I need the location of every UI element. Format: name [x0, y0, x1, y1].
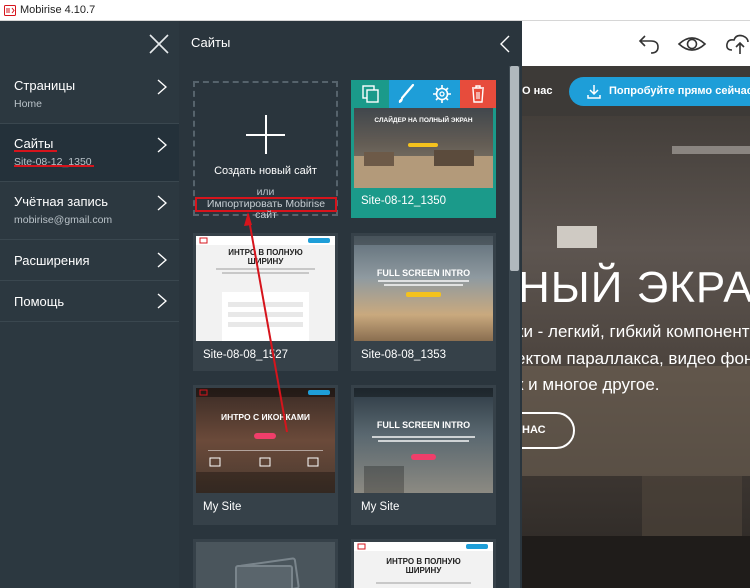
- thumbnail-image: [196, 388, 335, 493]
- hero-title: НЫЙ ЭКРАН: [522, 263, 750, 312]
- site-card[interactable]: ИНТРО С ИКОНКАМИ My Site: [193, 385, 338, 525]
- duplicate-button[interactable]: [351, 80, 389, 108]
- site-thumbnail: [196, 542, 335, 588]
- menu-item-sites[interactable]: Сайты Site-08-12_1350: [0, 124, 179, 182]
- hero-text-line: к и многое другое.: [522, 375, 660, 394]
- site-name: Site-08-12_1350: [361, 195, 447, 207]
- menu-item-account[interactable]: Учётная запись mobirise@gmail.com: [0, 182, 179, 240]
- chevron-right-icon: [157, 293, 167, 309]
- delete-button[interactable]: [460, 80, 496, 108]
- thumbnail-image: [354, 388, 493, 493]
- chevron-right-icon: [157, 137, 167, 153]
- eye-icon[interactable]: [677, 34, 707, 54]
- site-name: Site-08-08_1527: [203, 349, 289, 361]
- site-thumbnail: СЛАЙДЕР НА ПОЛНЫЙ ЭКРАН: [354, 108, 493, 188]
- menu-item-label: Расширения: [14, 253, 90, 268]
- undo-icon[interactable]: [635, 33, 661, 55]
- chevron-left-icon[interactable]: [500, 35, 510, 53]
- thumbnail-title: FULL SCREEN INTRO: [376, 268, 471, 278]
- site-tools: [351, 80, 496, 108]
- gear-icon: [433, 85, 451, 103]
- create-site-label: Создать новый сайт: [214, 165, 317, 177]
- plus-icon-vertical: [265, 115, 267, 154]
- thumbnail-title: СЛАЙДЕР НА ПОЛНЫЙ ЭКРАН: [374, 117, 473, 124]
- publish-cloud-icon[interactable]: [725, 32, 750, 56]
- menu-item-extensions[interactable]: Расширения: [0, 240, 179, 281]
- scrollbar-thumb[interactable]: [510, 66, 519, 271]
- panel-header: Сайты: [179, 21, 522, 66]
- settings-button[interactable]: [424, 80, 460, 108]
- close-icon[interactable]: [148, 33, 170, 55]
- thumbnail-title: FULL SCREEN INTRO: [376, 420, 471, 430]
- site-card[interactable]: [193, 539, 338, 588]
- menu-item-pages[interactable]: Страницы Home: [0, 66, 179, 124]
- thumbnail-title: ИНТРО В ПОЛНУЮ ШИРИНУ: [228, 248, 303, 266]
- site-preview: О нас Попробуйте прямо сейчас НЫЙ ЭКРАН …: [522, 66, 750, 588]
- window-title: Mobirise 4.10.7: [20, 4, 96, 16]
- hero-button[interactable]: НАС: [522, 412, 575, 449]
- menu-item-label: Учётная запись: [14, 194, 109, 209]
- site-thumbnail: ИНТРО В ПОЛНУЮ ШИРИНУ: [196, 236, 335, 341]
- trash-icon: [472, 85, 484, 103]
- create-site-card[interactable]: Создать новый сайт или: [193, 81, 338, 216]
- site-name: Site-08-08_1353: [361, 349, 447, 361]
- site-thumbnail: ИНТРО В ПОЛНУЮ ШИРИНУ: [354, 542, 493, 588]
- menu-item-label: Страницы: [14, 78, 76, 93]
- site-thumbnail: ИНТРО С ИКОНКАМИ: [196, 388, 335, 493]
- nav-link-about[interactable]: О нас: [522, 85, 553, 97]
- thumbnail-image: [354, 236, 493, 297]
- panel-title: Сайты: [191, 35, 231, 50]
- annotation-underline: [14, 150, 57, 152]
- thumbnail-title: ИНТРО В ПОЛНУЮ ШИРИНУ: [386, 557, 461, 575]
- site-name: My Site: [361, 501, 400, 513]
- chevron-right-icon: [157, 79, 167, 95]
- site-thumbnail: FULL SCREEN INTRO: [354, 236, 493, 341]
- menu-item-label: Помощь: [14, 294, 65, 309]
- chevron-right-icon: [157, 252, 167, 268]
- site-card[interactable]: ИНТРО В ПОЛНУЮ ШИРИНУ Site-08-08_1527: [193, 233, 338, 371]
- site-card[interactable]: FULL SCREEN INTRO Site-08-08_1353: [351, 233, 496, 371]
- menu-item-sub: mobirise@gmail.com: [14, 214, 113, 226]
- menu-item-help[interactable]: Помощь: [0, 281, 179, 322]
- hero-text-line: ки - легкий, гибкий компонент: [522, 322, 750, 341]
- menu-item-sub: Home: [14, 98, 43, 110]
- mobirise-logo-icon: [4, 4, 16, 16]
- site-card[interactable]: ИНТРО В ПОЛНУЮ ШИРИНУ: [351, 539, 496, 588]
- title-bar: Mobirise 4.10.7: [0, 0, 750, 21]
- edit-button[interactable]: [389, 80, 424, 108]
- try-now-label: Попробуйте прямо сейчас: [609, 85, 750, 97]
- image-placeholder-icon: [235, 557, 300, 588]
- site-thumbnail: FULL SCREEN INTRO: [354, 388, 493, 493]
- import-site-link[interactable]: Импортировать Mobirise сайт: [195, 197, 337, 221]
- sites-scrollbar[interactable]: [509, 66, 520, 588]
- thumbnail-title: ИНТРО С ИКОНКАМИ: [220, 412, 311, 422]
- duplicate-icon: [362, 85, 379, 103]
- chevron-right-icon: [157, 195, 167, 211]
- menu-header: [0, 21, 179, 66]
- annotation-underline: [14, 165, 94, 167]
- hero-text-line: ектом параллакса, видео фоны: [522, 349, 750, 368]
- download-icon: [587, 85, 601, 99]
- site-card[interactable]: FULL SCREEN INTRO My Site: [351, 385, 496, 525]
- try-now-button[interactable]: Попробуйте прямо сейчас: [569, 77, 750, 106]
- brush-icon: [398, 83, 415, 103]
- menu-item-label: Сайты: [14, 136, 54, 151]
- mobirise-window: Mobirise 4.10.7 Страницы Home Сайты Site…: [0, 0, 750, 588]
- site-name: My Site: [203, 501, 242, 513]
- preview-toolbar: [522, 21, 750, 66]
